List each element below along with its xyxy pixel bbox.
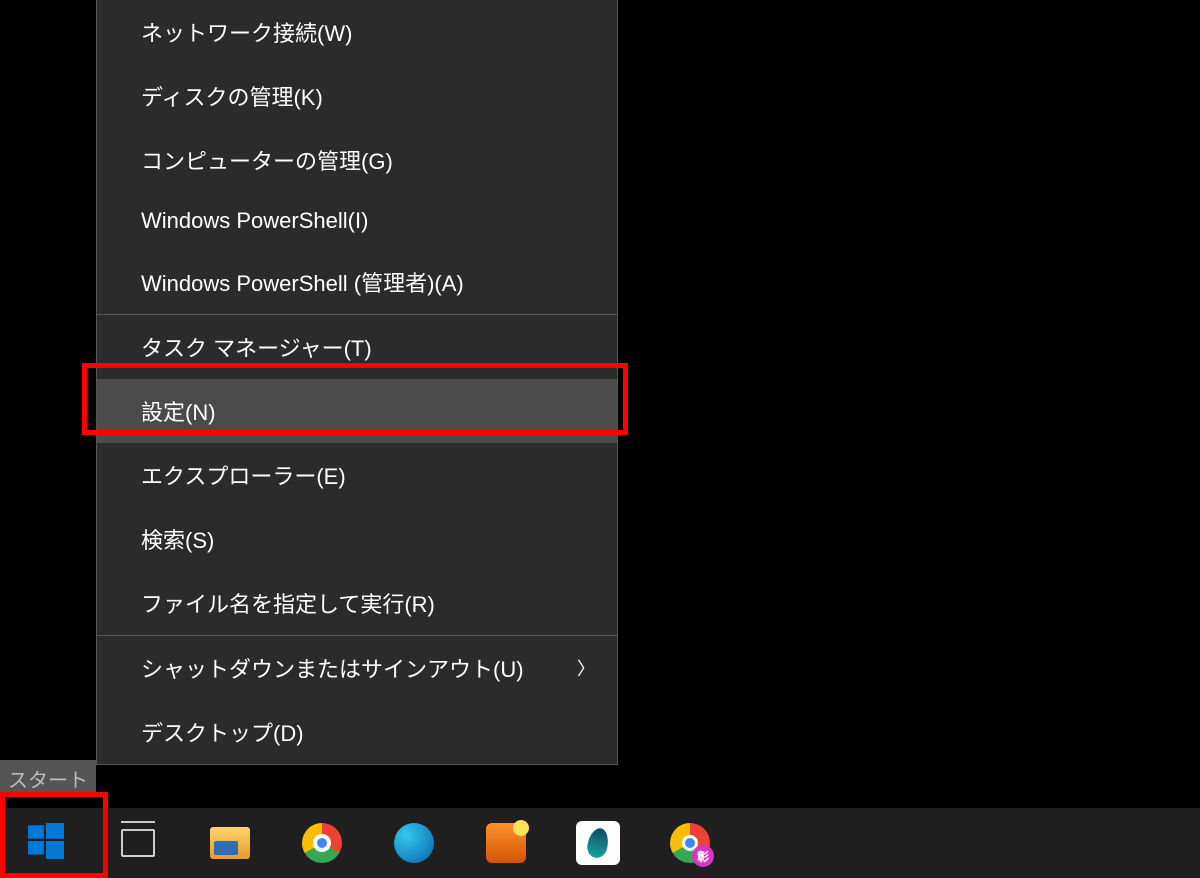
menu-item-label: 設定(N) bbox=[141, 395, 216, 427]
menu-item-label: ディスクの管理(K) bbox=[141, 80, 323, 112]
feather-app-icon bbox=[576, 821, 620, 865]
taskbar-edge[interactable] bbox=[368, 808, 460, 878]
taskbar-file-explorer[interactable] bbox=[184, 808, 276, 878]
desktop: ネットワーク接続(W) ディスクの管理(K) コンピューターの管理(G) Win… bbox=[0, 0, 1200, 878]
profile-badge: 彰 bbox=[692, 845, 714, 867]
file-explorer-icon bbox=[210, 827, 250, 859]
menu-item-label: ネットワーク接続(W) bbox=[141, 16, 352, 48]
menu-item-settings[interactable]: 設定(N) bbox=[97, 379, 617, 443]
taskbar-app-orange[interactable] bbox=[460, 808, 552, 878]
menu-item-computer-management[interactable]: コンピューターの管理(G) bbox=[97, 128, 617, 192]
menu-item-explorer[interactable]: エクスプローラー(E) bbox=[97, 443, 617, 507]
menu-item-label: コンピューターの管理(G) bbox=[141, 144, 393, 176]
tooltip-label: スタート bbox=[8, 770, 88, 792]
menu-item-label: デスクトップ(D) bbox=[141, 716, 304, 748]
menu-item-label: シャットダウンまたはサインアウト(U) bbox=[141, 652, 524, 684]
start-button[interactable] bbox=[0, 808, 92, 878]
edge-icon bbox=[394, 823, 434, 863]
menu-item-label: Windows PowerShell(I) bbox=[141, 208, 368, 234]
menu-item-label: ファイル名を指定して実行(R) bbox=[141, 587, 435, 619]
menu-item-label: エクスプローラー(E) bbox=[141, 459, 346, 491]
chrome-profile-icon: 彰 bbox=[670, 823, 710, 863]
menu-item-disk-management[interactable]: ディスクの管理(K) bbox=[97, 64, 617, 128]
task-view-icon bbox=[121, 829, 155, 857]
menu-item-label: 検索(S) bbox=[141, 523, 214, 555]
taskbar-chrome[interactable] bbox=[276, 808, 368, 878]
taskbar-chrome-profile[interactable]: 彰 bbox=[644, 808, 736, 878]
menu-item-search[interactable]: 検索(S) bbox=[97, 507, 617, 571]
windows-logo-icon bbox=[28, 823, 64, 864]
menu-item-label: タスク マネージャー(T) bbox=[141, 331, 372, 363]
menu-item-shutdown-signout[interactable]: シャットダウンまたはサインアウト(U) 〉 bbox=[97, 636, 617, 700]
menu-item-label: Windows PowerShell (管理者)(A) bbox=[141, 266, 464, 298]
menu-item-powershell-admin[interactable]: Windows PowerShell (管理者)(A) bbox=[97, 250, 617, 314]
taskbar-task-view[interactable] bbox=[92, 808, 184, 878]
start-context-menu: ネットワーク接続(W) ディスクの管理(K) コンピューターの管理(G) Win… bbox=[96, 0, 618, 765]
start-tooltip: スタート bbox=[0, 760, 96, 797]
chrome-icon bbox=[302, 823, 342, 863]
menu-item-task-manager[interactable]: タスク マネージャー(T) bbox=[97, 315, 617, 379]
menu-item-network-connections[interactable]: ネットワーク接続(W) bbox=[97, 0, 617, 64]
menu-item-desktop[interactable]: デスクトップ(D) bbox=[97, 700, 617, 764]
menu-item-run[interactable]: ファイル名を指定して実行(R) bbox=[97, 571, 617, 635]
menu-item-powershell[interactable]: Windows PowerShell(I) bbox=[97, 192, 617, 250]
taskbar: 彰 bbox=[0, 808, 1200, 878]
chevron-right-icon: 〉 bbox=[577, 655, 595, 681]
app-icon bbox=[486, 823, 526, 863]
taskbar-photoshop[interactable] bbox=[552, 808, 644, 878]
